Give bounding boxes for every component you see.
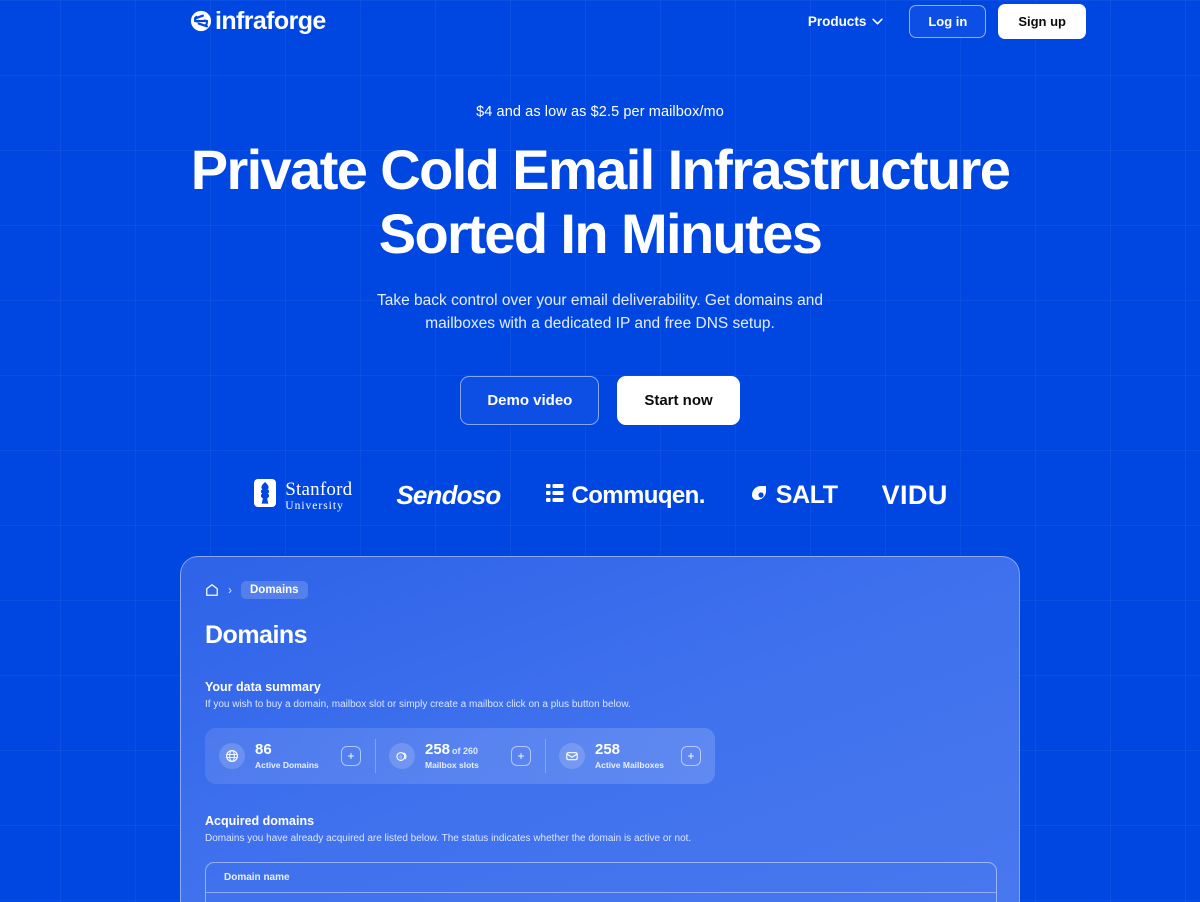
page-title: Private Cold Email Infrastructure Sorted…: [0, 142, 1200, 262]
logo-commuqen: Commuqen.: [545, 482, 705, 510]
summary-stats-bar: 86 Active Domains + 0 258 of 260 Mailbox …: [205, 727, 715, 784]
stanford-tree-icon: [252, 478, 278, 513]
acquired-title: Acquired domains: [205, 813, 315, 828]
hero-subheading: Take back control over your email delive…: [0, 290, 1200, 336]
landing-page: infraforge Products Log in Sign up $4 an…: [0, 0, 1200, 902]
stat-suffix: of 260: [452, 746, 479, 757]
logo-vidu: VIDU: [882, 480, 948, 511]
envelope-icon: [559, 742, 585, 769]
commuqen-mark-icon: [545, 483, 565, 508]
login-button[interactable]: Log in: [909, 4, 987, 38]
headline-line-1: Private Cold Email Infrastructure: [190, 138, 1011, 201]
stat-value: 86: [255, 741, 272, 759]
signup-button[interactable]: Sign up: [998, 3, 1086, 39]
salt-mark-icon: [749, 483, 769, 508]
commuqen-wordmark: Commuqen.: [571, 481, 706, 509]
table-column-header: Domain name: [206, 863, 996, 893]
headline-line-2: Sorted In Minutes: [378, 202, 823, 265]
dashboard-preview-card: › Domains Domains Your data summary If y…: [180, 555, 1020, 902]
customer-logo-strip: Stanford University Sendoso Commuqen. SA…: [0, 471, 1200, 521]
stanford-line-1: Stanford: [285, 478, 353, 500]
start-now-button[interactable]: Start now: [617, 375, 740, 425]
svg-text:0: 0: [400, 754, 403, 759]
domains-table: Domain name infraforge.ai getinfraforge.…: [205, 861, 997, 902]
table-row[interactable]: infraforge.ai: [206, 893, 996, 902]
stanford-line-2: University: [285, 499, 344, 512]
stanford-wordmark: Stanford University: [285, 480, 352, 513]
stat-value: 258: [595, 741, 621, 759]
hero-section: $4 and as low as $2.5 per mailbox/mo Pri…: [0, 42, 1200, 425]
summary-subtitle: If you wish to buy a domain, mailbox slo…: [205, 698, 631, 710]
plus-icon[interactable]: +: [681, 745, 701, 766]
nav-products-menu[interactable]: Products: [808, 14, 884, 29]
breadcrumb: › Domains: [205, 580, 995, 599]
stat-label: Active Mailboxes: [595, 759, 664, 770]
top-navigation-bar: infraforge Products Log in Sign up: [0, 0, 1200, 42]
salt-wordmark: SALT: [775, 481, 838, 510]
vidu-wordmark: VIDU: [881, 480, 948, 511]
demo-video-button[interactable]: Demo video: [460, 375, 600, 425]
plus-icon[interactable]: +: [341, 745, 361, 766]
sendoso-wordmark: Sendoso: [396, 480, 501, 511]
brand-logo[interactable]: infraforge: [190, 6, 326, 35]
summary-title: Your data summary: [205, 679, 321, 694]
hero-cta-row: Demo video Start now: [0, 375, 1200, 425]
hero-eyebrow: $4 and as low as $2.5 per mailbox/mo: [476, 104, 724, 120]
subheading-line-1: Take back control over your email delive…: [377, 292, 823, 309]
breadcrumb-separator: ›: [228, 582, 232, 597]
home-icon[interactable]: [205, 583, 219, 597]
stat-label: Active Domains: [255, 759, 319, 770]
logo-salt: SALT: [749, 481, 838, 510]
logo-sendoso: Sendoso: [396, 480, 501, 511]
nav-actions: Products Log in Sign up: [808, 3, 1086, 39]
logo-stanford: Stanford University: [252, 478, 352, 513]
brand-name: infraforge: [215, 6, 326, 35]
plus-icon[interactable]: +: [511, 745, 531, 766]
stat-active-mailboxes: 258 Active Mailboxes +: [545, 728, 715, 784]
subheading-line-2: mailboxes with a dedicated IP and free D…: [425, 314, 775, 332]
stat-active-domains: 86 Active Domains +: [205, 728, 375, 784]
stat-mailbox-slots: 0 258 of 260 Mailbox slots +: [375, 728, 545, 784]
dashboard-page-title: Domains: [205, 620, 308, 649]
stat-label: Mailbox slots: [425, 759, 479, 770]
chevron-down-icon: [872, 18, 883, 25]
nav-products-label: Products: [807, 13, 867, 29]
breadcrumb-current[interactable]: Domains: [241, 580, 308, 599]
acquired-subtitle: Domains you have already acquired are li…: [205, 832, 692, 844]
globe-icon: [219, 742, 245, 769]
stat-value: 258 of 260: [425, 741, 479, 759]
dashboard-preview-wrapper: › Domains Domains Your data summary If y…: [0, 555, 1200, 902]
mailbox-slot-icon: 0: [389, 742, 415, 769]
infraforge-logo-icon: [190, 10, 212, 32]
